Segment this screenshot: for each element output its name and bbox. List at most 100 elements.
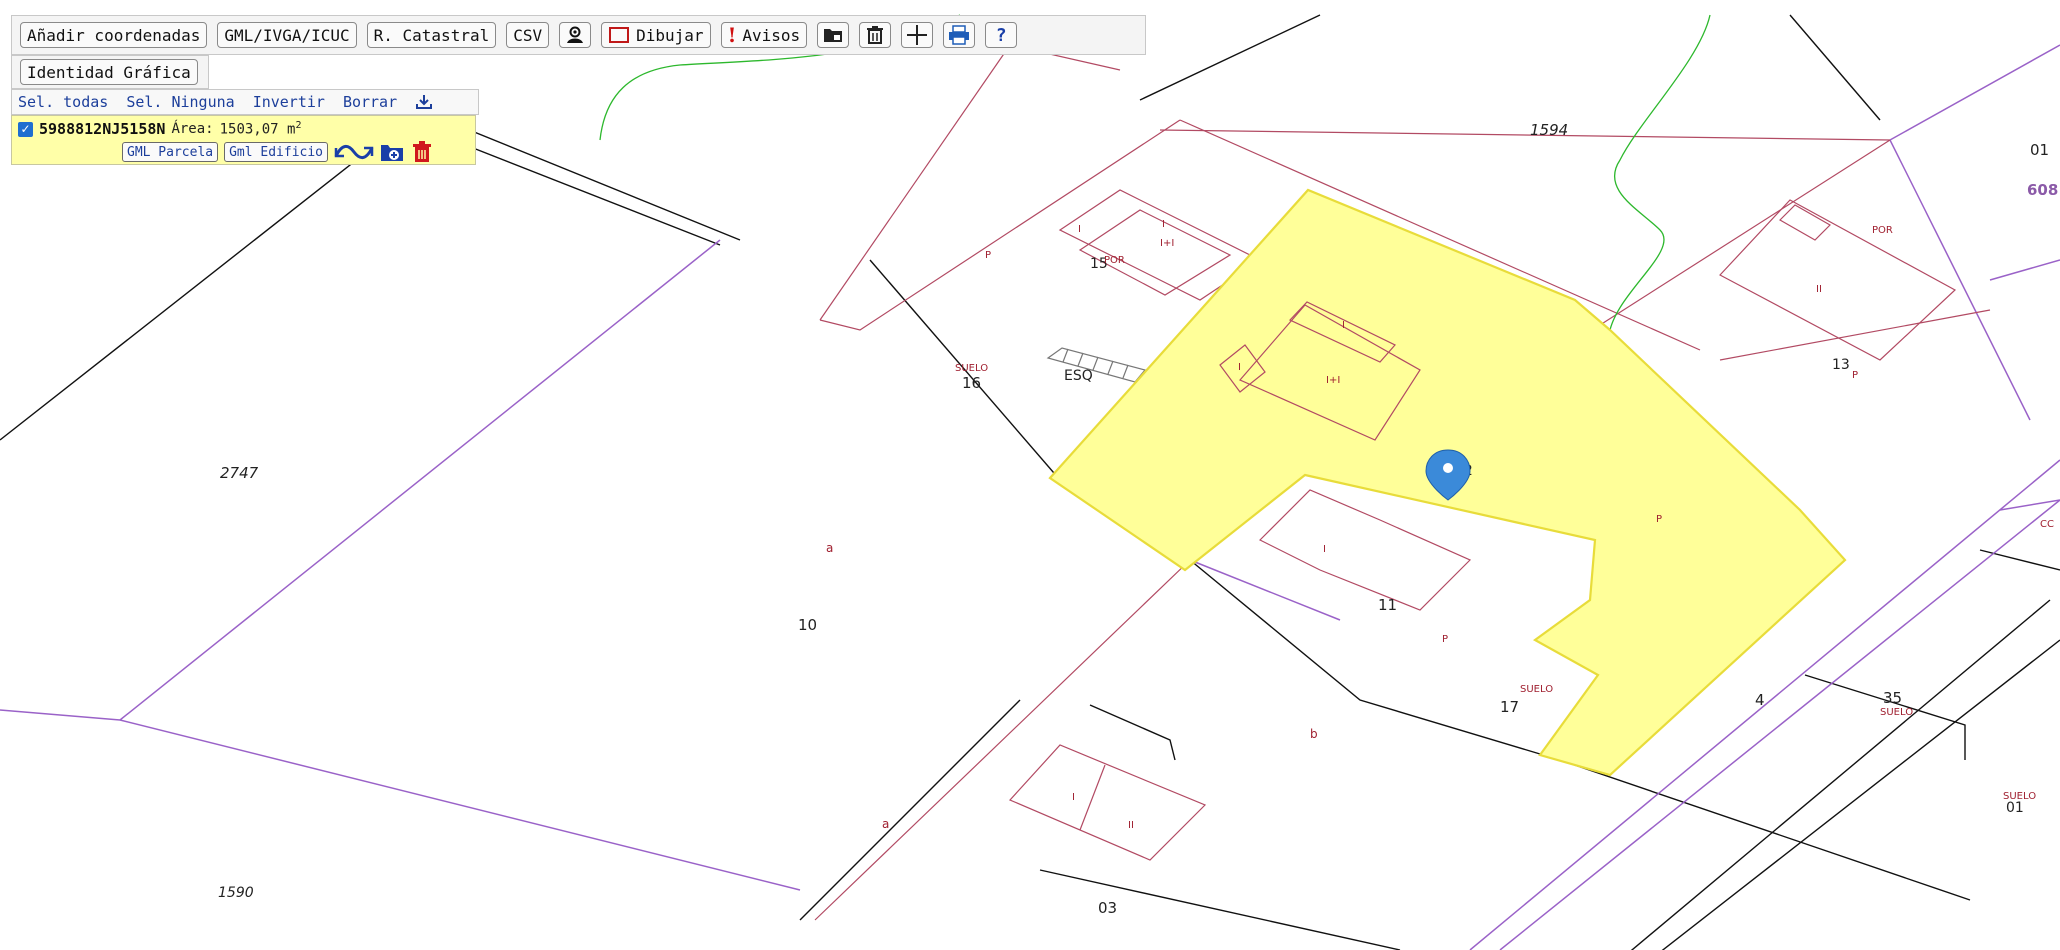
delete-button[interactable] — [859, 22, 892, 48]
toolbar: Añadir coordenadas GML/IVGA/ICUC R. Cata… — [11, 15, 1146, 55]
building-outline — [1258, 489, 1472, 611]
crosshair-button[interactable] — [901, 22, 934, 48]
parcel-number: 01 — [2030, 141, 2049, 159]
gml-edificio-button[interactable]: Gml Edificio — [224, 142, 329, 162]
garage-slats — [1046, 347, 1147, 383]
add-coordinates-label: Añadir coordenadas — [27, 25, 201, 45]
invert-selection-link[interactable]: Invertir — [253, 93, 325, 111]
ii-label: II — [1816, 284, 1822, 295]
ihi-label: I+I — [1160, 238, 1174, 249]
slat — [1092, 356, 1099, 371]
por-label: POR — [1872, 225, 1893, 236]
ihi-label: I+I — [1326, 375, 1340, 386]
cadastral-line — [1719, 309, 1991, 361]
help-button[interactable]: ? — [985, 22, 1018, 48]
road-line — [1661, 639, 2060, 950]
suelo-label: SUELO — [1520, 684, 1553, 695]
cadastral-line — [819, 44, 1011, 321]
gml-parcela-label: GML Parcela — [127, 144, 214, 160]
suelo-label: SUELO — [2003, 791, 2036, 802]
gml-parcela-button[interactable]: GML Parcela — [122, 142, 219, 162]
parcel-number: 1590 — [218, 885, 254, 901]
folder-button[interactable] — [817, 22, 850, 48]
cadastral-line — [819, 119, 1181, 331]
draw-label: Dibujar — [636, 25, 704, 45]
person-pin-icon — [567, 26, 584, 43]
parcel-number: 608 — [2027, 181, 2058, 199]
select-all-link[interactable]: Sel. todas — [18, 93, 108, 111]
esq-label: ESQ — [1064, 368, 1093, 384]
road-line — [1039, 869, 1401, 950]
cc-label: CC — [2040, 519, 2054, 530]
add-to-folder-button[interactable] — [380, 141, 406, 163]
ii-label: II — [1128, 820, 1134, 831]
locate-button[interactable] — [559, 22, 592, 48]
garage-outline — [1046, 347, 1147, 383]
road-line — [1189, 559, 1561, 761]
boundary-line — [1889, 139, 2031, 421]
add-coordinates-button[interactable]: Añadir coordenadas — [20, 22, 208, 48]
contour-lines — [599, 14, 1711, 331]
parcel-number: 03 — [1098, 899, 1117, 917]
parcel-card: ✓ 5988812NJ5158N Área: 1503,07 m2 GML Pa… — [11, 115, 476, 165]
i-label: I — [1238, 362, 1241, 373]
a-label: a — [826, 541, 833, 555]
gml-button[interactable]: GML/IVGA/ICUC — [217, 22, 357, 48]
boundary-line — [119, 719, 801, 891]
parcel-number: 17 — [1500, 698, 1519, 716]
transform-button[interactable] — [334, 142, 374, 162]
selection-bar: Sel. todas Sel. Ninguna Invertir Borrar — [11, 89, 479, 115]
building-outline — [1719, 199, 1957, 361]
building-outline — [1078, 209, 1232, 296]
boundary-line — [1889, 44, 2060, 141]
identity-row: Identidad Gráfica — [11, 55, 209, 89]
building-outline — [1779, 204, 1831, 241]
identity-graphic-label: Identidad Gráfica — [27, 62, 191, 82]
road-line — [1089, 704, 1176, 761]
catastral-button[interactable]: R. Catastral — [366, 22, 497, 48]
contour-line — [1609, 14, 1711, 331]
parcel-reference: 5988812NJ5158N — [39, 120, 166, 138]
i-label: I — [1078, 224, 1081, 235]
parcel-number: 01 — [2006, 800, 2024, 816]
cadastral-line — [1599, 139, 1891, 326]
p-label: P — [1852, 370, 1858, 381]
building-outline — [1008, 744, 1207, 861]
cross-icon — [907, 25, 928, 45]
a-label: a — [882, 817, 889, 831]
identity-graphic-button[interactable]: Identidad Gráfica — [20, 59, 198, 85]
slat — [1122, 364, 1129, 379]
area-unit-exponent: 2 — [295, 120, 302, 132]
csv-button[interactable]: CSV — [506, 22, 550, 48]
road-line — [439, 134, 721, 246]
i-label: I — [1072, 792, 1075, 803]
parcel-number: 13 — [1832, 357, 1850, 373]
warnings-button[interactable]: ! Avisos — [720, 22, 808, 48]
parcel-checkbox[interactable]: ✓ — [18, 121, 33, 137]
por-label: POR — [1104, 255, 1125, 266]
road-line — [1979, 549, 2060, 571]
remove-parcel-button[interactable] — [412, 141, 432, 163]
i-label: I — [1162, 219, 1165, 230]
parcel-number: 35 — [1883, 689, 1902, 707]
draw-button[interactable]: Dibujar — [601, 22, 711, 48]
parcel-number: 1594 — [1530, 121, 1568, 139]
building-outline — [1079, 764, 1106, 831]
slat — [1077, 352, 1084, 367]
parcel-number: 11 — [1378, 596, 1397, 614]
catastral-label: R. Catastral — [373, 25, 490, 45]
csv-label: CSV — [513, 25, 543, 45]
boundary-line — [0, 709, 121, 721]
b-label: b — [1310, 727, 1318, 741]
i-label: I — [1342, 320, 1345, 331]
road-line — [1789, 14, 1881, 121]
trash-icon — [867, 26, 884, 44]
delete-selection-link[interactable]: Borrar — [343, 93, 397, 111]
print-button[interactable] — [943, 22, 976, 48]
p-label: P — [1656, 514, 1662, 525]
download-icon[interactable] — [415, 94, 433, 110]
i-label: I — [1323, 544, 1326, 555]
area-number: 1503,07 m — [219, 121, 296, 138]
trash-icon — [413, 141, 432, 162]
select-none-link[interactable]: Sel. Ninguna — [126, 93, 234, 111]
